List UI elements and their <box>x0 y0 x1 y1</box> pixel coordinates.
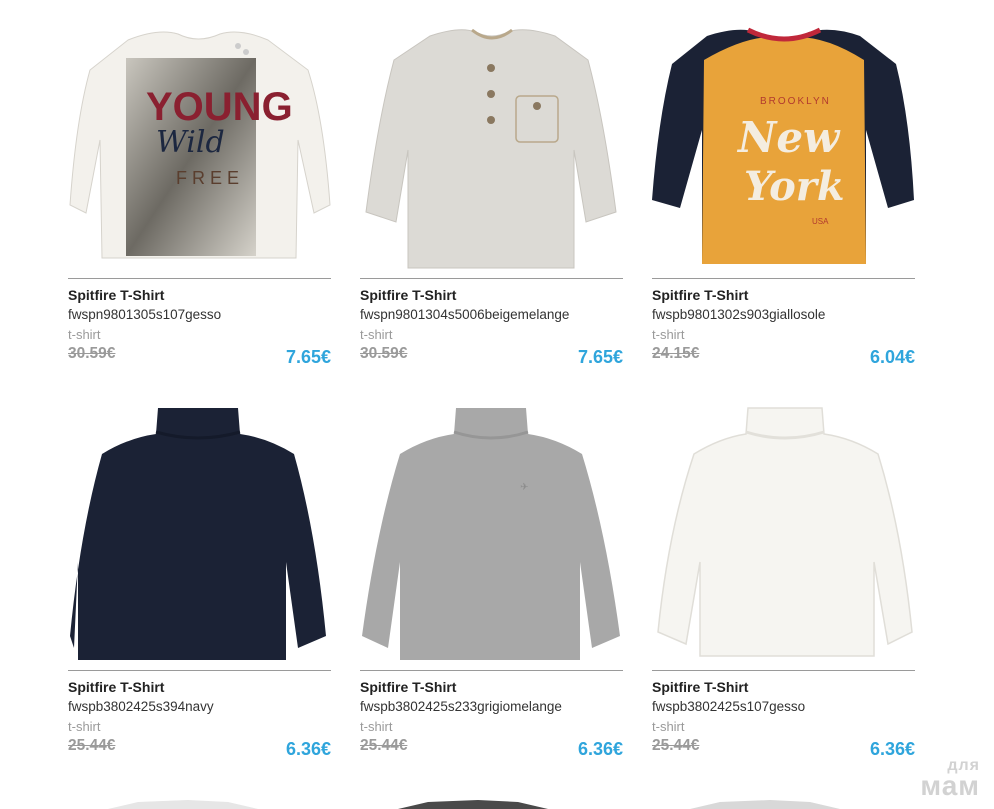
watermark-big: мам <box>920 770 980 801</box>
product-name[interactable]: Spitfire T-Shirt <box>652 678 915 696</box>
product-name[interactable]: Spitfire T-Shirt <box>68 678 331 696</box>
print-usa: USA <box>812 217 829 226</box>
print-young: YOUNG <box>146 85 293 129</box>
watermark-logo: для мам <box>920 758 980 801</box>
print-new: New <box>736 113 841 162</box>
tshirt-white-turtleneck-image <box>657 407 913 657</box>
old-price: 24.15€ <box>652 345 700 362</box>
price-row: 30.59€ 7.65€ <box>360 345 623 369</box>
product-image[interactable] <box>360 0 623 279</box>
product-sku: fwspb3802425s233grigiomelange <box>360 699 562 714</box>
product-card[interactable]: ✈ Spitfire T-Shirt fwspb3802425s233grigi… <box>360 392 623 784</box>
sale-price: 7.65€ <box>577 347 623 367</box>
old-price: 25.44€ <box>652 737 700 754</box>
price-row: 25.44€ 6.36€ <box>652 737 915 761</box>
tshirt-navy-turtleneck-image <box>70 408 326 660</box>
product-name[interactable]: Spitfire T-Shirt <box>360 678 623 696</box>
product-image[interactable]: YOUNG Wild FREE <box>68 0 331 279</box>
old-price: 25.44€ <box>68 737 116 754</box>
product-card[interactable]: Spitfire T-Shirt fwspb3802425s394navy t-… <box>68 392 331 784</box>
sale-price: 7.65€ <box>285 347 331 367</box>
sale-price: 6.36€ <box>869 739 915 759</box>
product-type: t-shirt <box>360 327 393 342</box>
product-name[interactable]: Spitfire T-Shirt <box>652 286 915 304</box>
product-type: t-shirt <box>68 719 101 734</box>
product-card[interactable]: BROOKLYN New York USA Spitfire T-Shirt f… <box>652 0 915 392</box>
product-sku: fwspn9801305s107gesso <box>68 307 222 322</box>
old-price: 25.44€ <box>360 737 408 754</box>
product-type: t-shirt <box>360 719 393 734</box>
price-row: 24.15€ 6.04€ <box>652 345 915 369</box>
print-brooklyn: BROOKLYN <box>760 96 831 107</box>
next-row-peek <box>108 800 840 809</box>
price-row: 25.44€ 6.36€ <box>360 737 623 761</box>
product-card[interactable]: Spitfire T-Shirt fwspn9801304s5006beigem… <box>360 0 623 392</box>
product-sku: fwspb3802425s107gesso <box>652 699 806 714</box>
product-image[interactable]: BROOKLYN New York USA <box>652 0 915 279</box>
tshirt-new-york-image: BROOKLYN New York USA <box>652 27 914 264</box>
svg-text:✈: ✈ <box>520 482 528 493</box>
old-price: 30.59€ <box>360 345 408 362</box>
tshirt-beige-henley-image <box>365 28 617 269</box>
product-type: t-shirt <box>652 327 685 342</box>
product-sku: fwspb9801302s903giallosole <box>652 307 826 322</box>
sale-price: 6.04€ <box>869 347 915 367</box>
price-row: 30.59€ 7.65€ <box>68 345 331 369</box>
product-card[interactable]: YOUNG Wild FREE Spitfire T-Shirt fwspn98… <box>68 0 331 392</box>
product-type: t-shirt <box>68 327 101 342</box>
product-card[interactable]: Spitfire T-Shirt fwspb3802425s107gesso t… <box>652 392 915 784</box>
product-image[interactable] <box>652 392 915 671</box>
print-free: FREE <box>176 168 244 188</box>
product-sku: fwspb3802425s394navy <box>68 699 214 714</box>
price-row: 25.44€ 6.36€ <box>68 737 331 761</box>
product-image[interactable] <box>68 392 331 671</box>
product-name[interactable]: Spitfire T-Shirt <box>360 286 623 304</box>
product-grid: YOUNG Wild FREE Spitfire T-Shirt fwspn98… <box>68 0 915 784</box>
print-york: York <box>744 163 845 210</box>
sale-price: 6.36€ <box>285 739 331 759</box>
tshirt-grey-turtleneck-image: ✈ <box>362 408 620 660</box>
old-price: 30.59€ <box>68 345 116 362</box>
sale-price: 6.36€ <box>577 739 623 759</box>
product-sku: fwspn9801304s5006beigemelange <box>360 307 570 322</box>
product-name[interactable]: Spitfire T-Shirt <box>68 286 331 304</box>
print-wild: Wild <box>156 125 225 160</box>
tshirt-young-wild-free-image: YOUNG Wild FREE <box>69 31 331 259</box>
product-image[interactable]: ✈ <box>360 392 623 671</box>
product-type: t-shirt <box>652 719 685 734</box>
